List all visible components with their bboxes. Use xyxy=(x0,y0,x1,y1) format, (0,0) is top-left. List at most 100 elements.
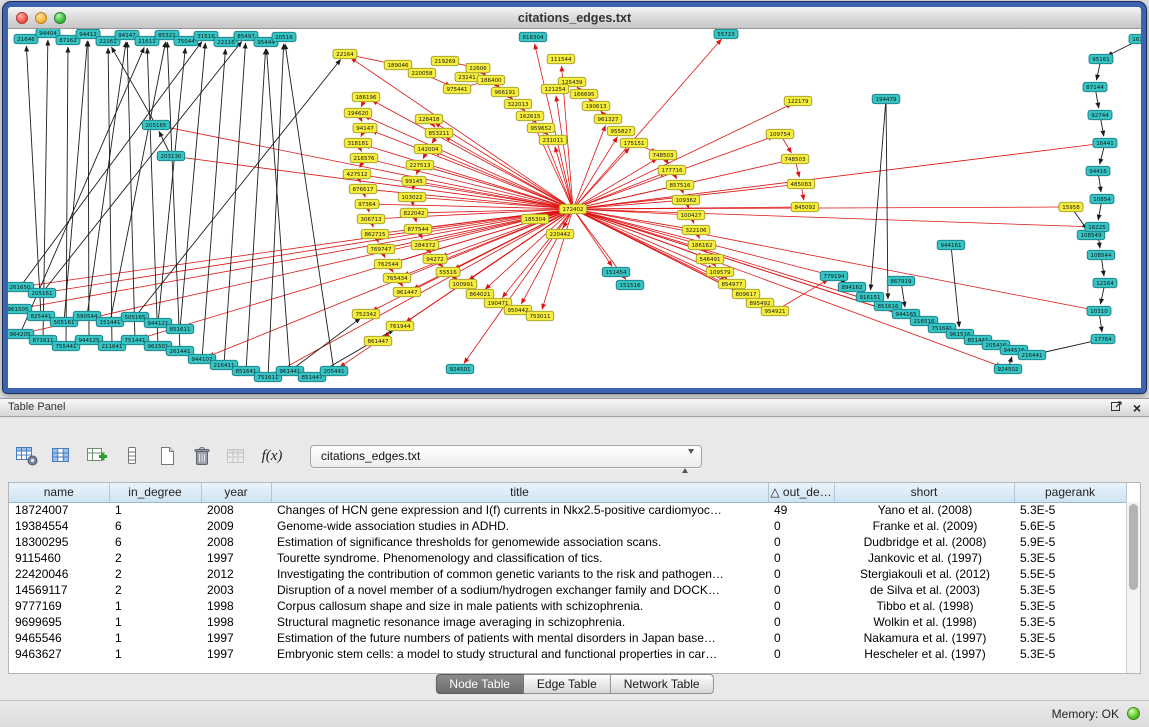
graph-node[interactable]: 924502 xyxy=(994,364,1022,374)
graph-node[interactable]: 485083 xyxy=(787,179,815,189)
graph-node[interactable]: 427512 xyxy=(343,169,371,179)
graph-node[interactable]: 203130 xyxy=(157,151,185,161)
delete-table-button[interactable] xyxy=(187,442,217,470)
show-columns-button[interactable] xyxy=(47,442,77,470)
graph-node[interactable]: 753011 xyxy=(526,311,554,321)
table-row[interactable]: 911546021997Tourette syndrome. Phenomeno… xyxy=(9,550,1126,566)
graph-node[interactable]: 205165 xyxy=(142,120,170,130)
tab-node-table[interactable]: Node Table xyxy=(435,674,524,694)
graph-node[interactable]: 21646 xyxy=(14,34,38,44)
graph-node[interactable]: 765434 xyxy=(383,273,411,283)
graph-node[interactable]: 22164 xyxy=(333,49,357,59)
close-button[interactable] xyxy=(16,12,28,24)
graph-node[interactable]: 16225 xyxy=(1085,222,1109,232)
graph-node[interactable]: 109579 xyxy=(706,267,734,277)
table-row[interactable]: 1872400712008Changes of HCN gene express… xyxy=(9,502,1126,518)
graph-node[interactable]: 186196 xyxy=(352,92,380,102)
function-builder-button[interactable]: f(x) xyxy=(257,442,287,470)
graph-node[interactable]: 752342 xyxy=(352,309,380,319)
graph-node[interactable]: 94147 xyxy=(353,123,377,133)
graph-node[interactable]: 189046 xyxy=(384,60,412,70)
graph-node[interactable]: 748503 xyxy=(781,154,809,164)
scrollbar-thumb[interactable] xyxy=(1129,504,1138,590)
graph-node[interactable]: 151454 xyxy=(602,267,630,277)
graph-node[interactable]: 194620 xyxy=(344,108,372,118)
graph-node[interactable]: 10310 xyxy=(1087,306,1111,316)
graph-node[interactable]: 109362 xyxy=(672,195,700,205)
graph-node[interactable]: 10854 xyxy=(1090,194,1114,204)
float-panel-button[interactable] xyxy=(1110,399,1123,418)
table-row[interactable]: 946362711997Embryonic stem cells: a mode… xyxy=(9,646,1126,662)
graph-node[interactable]: 108544 xyxy=(1087,250,1115,260)
graph-node[interactable]: 220442 xyxy=(546,229,574,239)
graph-node[interactable]: 177716 xyxy=(658,165,686,175)
graph-node[interactable]: 94272 xyxy=(423,254,447,264)
graph-node[interactable]: 822042 xyxy=(400,208,428,218)
network-window[interactable]: citations_edges.txt 17240218619619462094… xyxy=(3,2,1146,393)
graph-node[interactable]: 186400 xyxy=(477,75,505,85)
graph-node[interactable]: 845092 xyxy=(791,202,819,212)
graph-node[interactable]: 762544 xyxy=(374,259,402,269)
graph-node[interactable]: 546491 xyxy=(696,254,724,264)
minimize-button[interactable] xyxy=(35,12,47,24)
graph-node[interactable]: 959652 xyxy=(527,123,555,133)
table-rows-button[interactable] xyxy=(117,442,147,470)
graph-node[interactable]: 55723 xyxy=(714,29,738,39)
graph-node[interactable]: 20516 xyxy=(272,32,296,42)
graph-node[interactable]: 151441 xyxy=(96,317,124,327)
graph-node[interactable]: 162615 xyxy=(516,111,544,121)
graph-node[interactable]: 322106 xyxy=(682,225,710,235)
tab-network-table[interactable]: Network Table xyxy=(611,674,714,694)
graph-node[interactable]: 23141 xyxy=(455,72,479,82)
graph-node[interactable]: 16148 xyxy=(1129,34,1141,44)
graph-node[interactable]: 954921 xyxy=(761,306,789,316)
table-row[interactable]: 969969511998Structural magnetic resonanc… xyxy=(9,614,1126,630)
graph-node[interactable]: 761944 xyxy=(386,321,414,331)
column-header-year[interactable]: year xyxy=(201,483,271,502)
graph-node[interactable]: 955827 xyxy=(607,126,635,136)
graph-node[interactable]: 818304 xyxy=(519,32,547,42)
graph-node[interactable]: 16441 xyxy=(1093,138,1117,148)
graph-node[interactable]: 966191 xyxy=(491,87,519,97)
graph-node[interactable]: 100991 xyxy=(449,279,477,289)
graph-node[interactable]: 103022 xyxy=(398,192,426,202)
graph-node[interactable]: 219269 xyxy=(431,56,459,66)
table-row[interactable]: 977716911998Corpus callosum shape and si… xyxy=(9,598,1126,614)
graph-node[interactable]: 22606 xyxy=(466,63,490,73)
graph-node[interactable]: 318181 xyxy=(344,138,372,148)
table-row[interactable]: 1456911722003Disruption of a novel membe… xyxy=(9,582,1126,598)
import-table-button[interactable] xyxy=(222,442,252,470)
graph-node[interactable]: 87144 xyxy=(1083,82,1107,92)
graph-node[interactable]: 748503 xyxy=(649,150,677,160)
zoom-button[interactable] xyxy=(54,12,66,24)
graph-node[interactable]: 876617 xyxy=(349,184,377,194)
column-header-short[interactable]: short xyxy=(834,483,1014,502)
column-header-title[interactable]: title xyxy=(271,483,768,502)
column-header-out_degree[interactable]: △ out_de… xyxy=(768,483,834,502)
create-column-button[interactable] xyxy=(82,442,112,470)
graph-node[interactable]: 12164 xyxy=(1093,278,1117,288)
graph-node[interactable]: 142004 xyxy=(414,144,442,154)
graph-node[interactable]: 864021 xyxy=(466,289,494,299)
graph-node[interactable]: 961447 xyxy=(393,287,421,297)
graph-node[interactable]: 94416 xyxy=(1086,166,1110,176)
graph-node[interactable]: 322013 xyxy=(504,99,532,109)
graph-node[interactable]: 128418 xyxy=(415,114,443,124)
graph-node[interactable]: 15958 xyxy=(1059,202,1083,212)
tab-edge-table[interactable]: Edge Table xyxy=(524,674,611,694)
graph-node[interactable]: 121254 xyxy=(541,84,569,94)
new-table-button[interactable] xyxy=(152,442,182,470)
graph-node[interactable]: 95161 xyxy=(1089,54,1113,64)
graph-node[interactable]: 944161 xyxy=(937,240,965,250)
graph-node[interactable]: 194479 xyxy=(872,94,900,104)
graph-node[interactable]: 961327 xyxy=(594,114,622,124)
table-selector-dropdown[interactable]: citations_edges.txt xyxy=(310,445,702,468)
table-row[interactable]: 1938455462009Genome-wide association stu… xyxy=(9,518,1126,534)
graph-node[interactable]: 166695 xyxy=(570,89,598,99)
graph-node[interactable]: 190613 xyxy=(582,101,610,111)
graph-node[interactable]: 769747 xyxy=(367,244,395,254)
table-row[interactable]: 2242004622012Investigating the contribut… xyxy=(9,566,1126,582)
graph-node[interactable]: 779194 xyxy=(820,271,848,281)
graph-node[interactable]: 100427 xyxy=(677,210,705,220)
graph-node[interactable]: 227513 xyxy=(406,160,434,170)
